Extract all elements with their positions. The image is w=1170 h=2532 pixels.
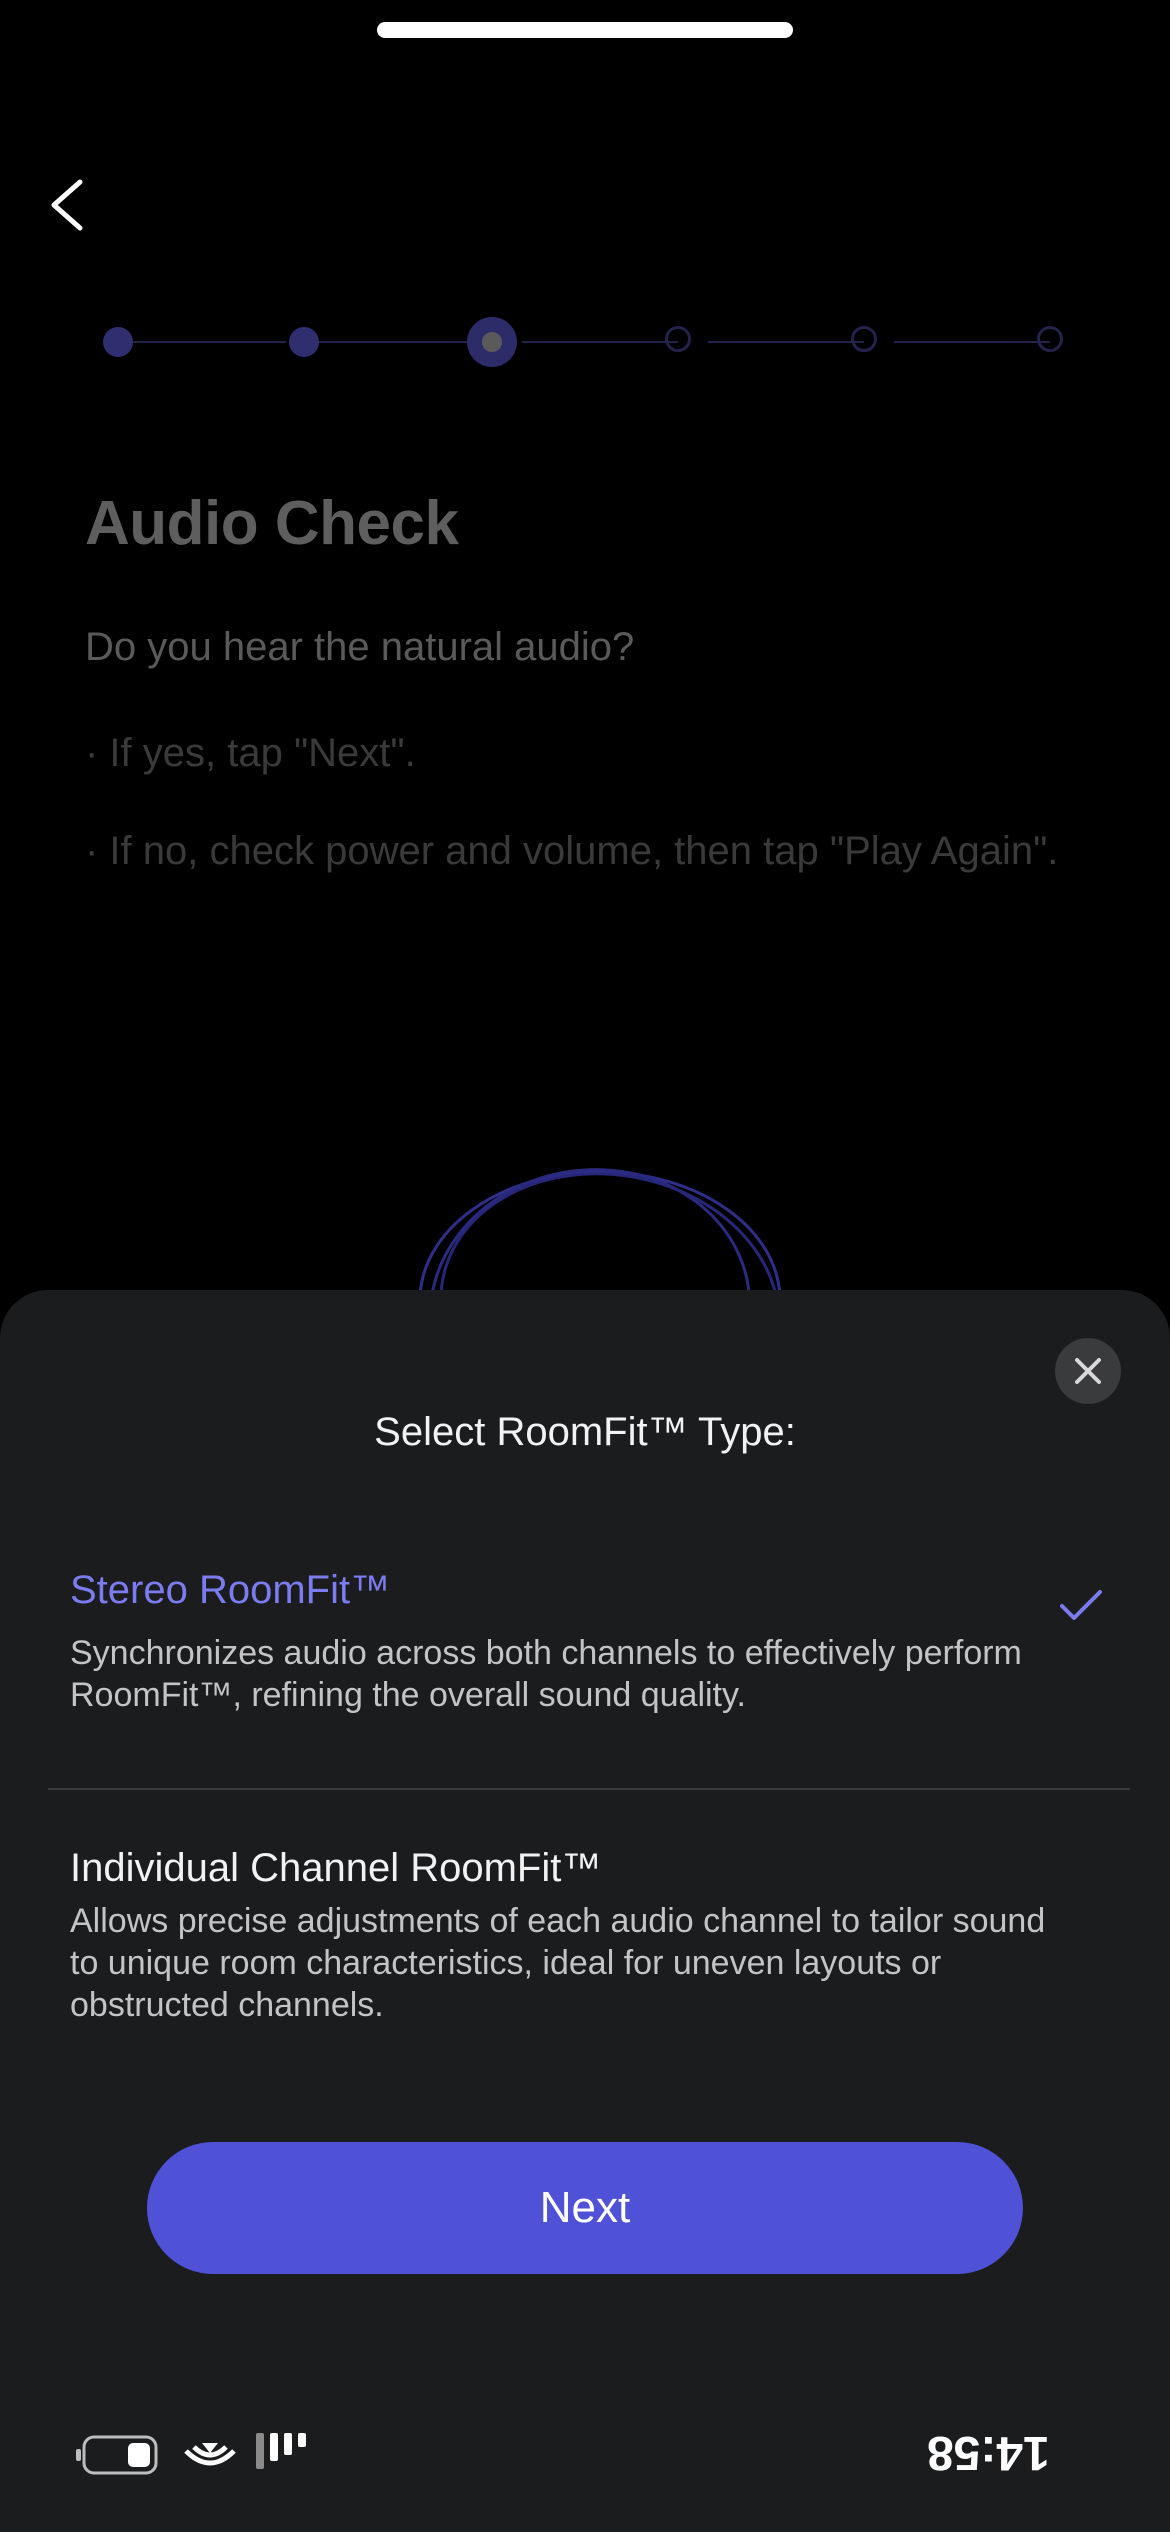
option-individual-channel-roomfit[interactable]: Individual Channel RoomFit™ Allows preci… <box>0 1838 1170 2068</box>
option-stereo-roomfit[interactable]: Stereo RoomFit™ Synchronizes audio acros… <box>0 1560 1170 1770</box>
audio-check-bullet-yes: · If yes, tap "Next". <box>85 731 416 775</box>
close-icon <box>1075 1358 1101 1384</box>
option-description: Synchronizes audio across both channels … <box>70 1634 1022 1714</box>
next-button[interactable]: Next <box>147 2142 1023 2274</box>
wifi-icon <box>184 2443 236 2466</box>
step-4 <box>665 326 691 352</box>
home-indicator <box>377 22 793 38</box>
back-icon <box>51 179 83 231</box>
sheet-title: Select RoomFit™ Type: <box>374 1410 796 1454</box>
status-bar: 14:58 <box>0 2415 1170 2485</box>
back-button[interactable] <box>40 170 100 240</box>
option-title: Individual Channel RoomFit™ <box>70 1846 602 1890</box>
signal-icon <box>256 2433 306 2469</box>
options-divider <box>48 1788 1130 1790</box>
step-2 <box>289 327 319 357</box>
step-3-current <box>467 317 517 367</box>
audio-wave-graphic <box>419 1168 781 1290</box>
battery-icon <box>76 2435 158 2475</box>
close-button[interactable] <box>1055 1338 1121 1404</box>
status-time: 14:58 <box>927 2426 1050 2479</box>
checkmark-icon <box>1060 1590 1102 1620</box>
option-description: Allows precise adjustments of each audio… <box>70 1902 1046 2024</box>
audio-check-bullet-no: · If no, check power and volume, then ta… <box>85 829 1059 873</box>
option-title: Stereo RoomFit™ <box>70 1568 391 1612</box>
audio-check-question: Do you hear the natural audio? <box>85 625 635 669</box>
audio-check-title: Audio Check <box>85 489 459 558</box>
progress-stepper <box>100 310 1080 374</box>
step-1 <box>103 327 133 357</box>
step-5 <box>851 326 877 352</box>
step-6 <box>1037 326 1063 352</box>
